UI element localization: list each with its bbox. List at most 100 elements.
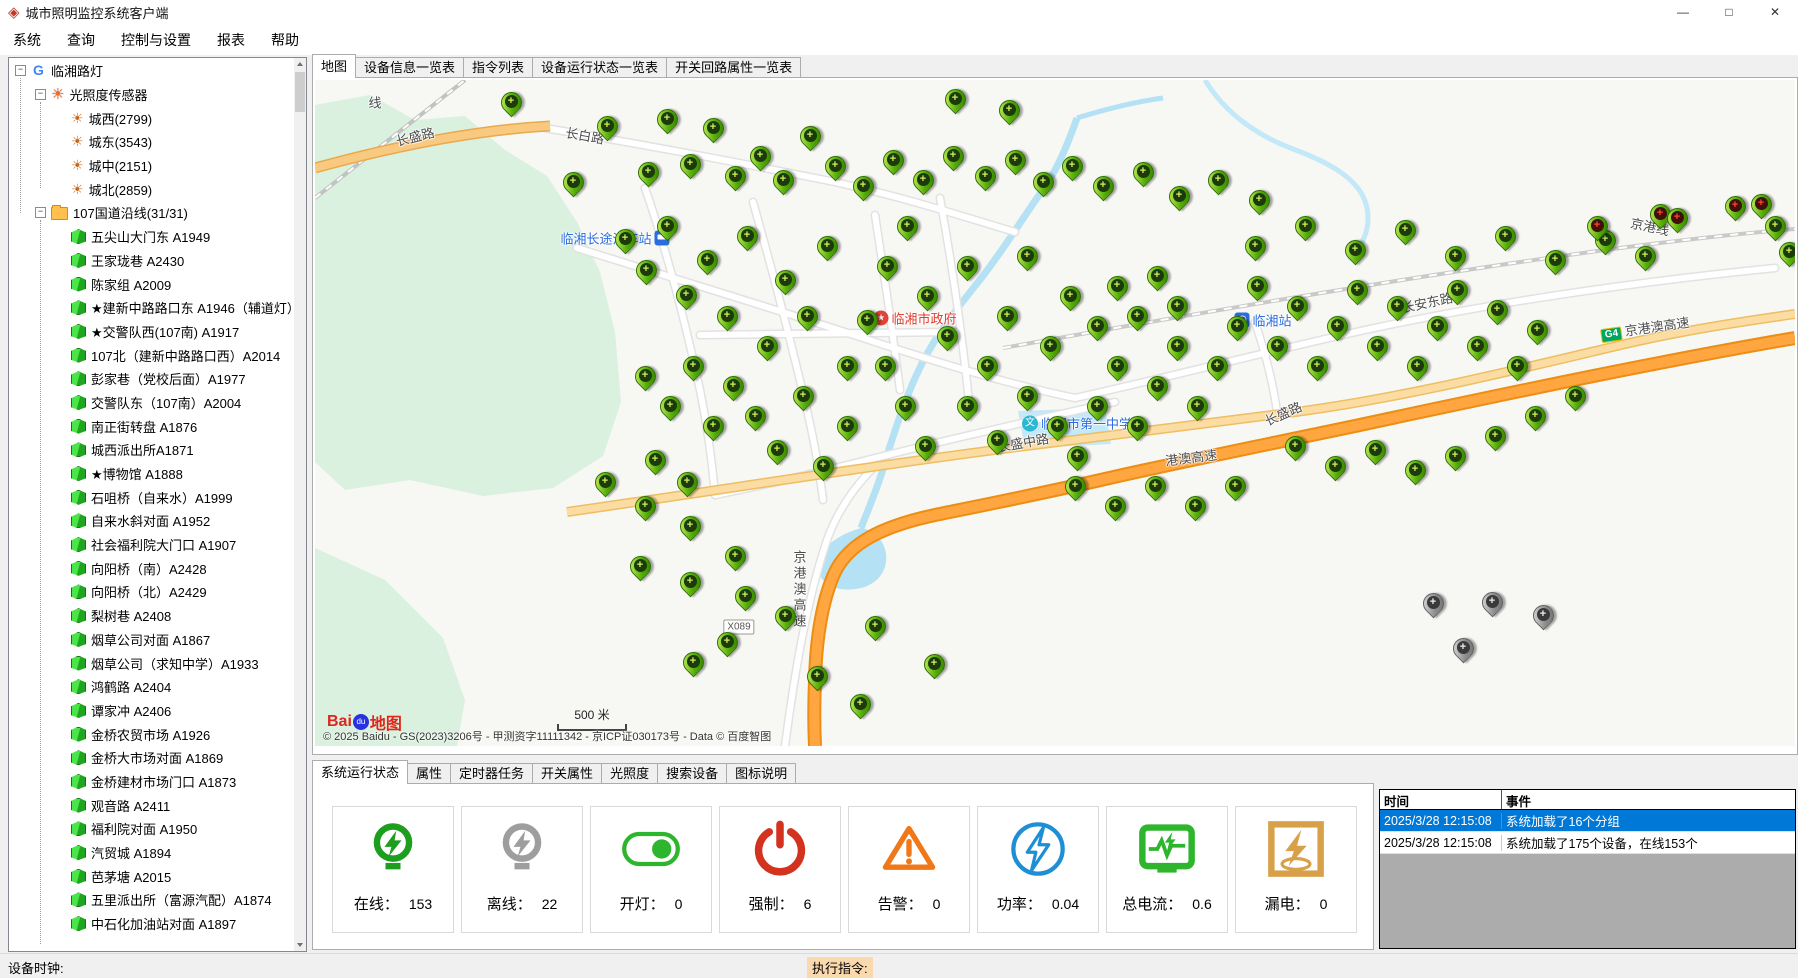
menu-item-0[interactable]: 系统 bbox=[0, 28, 54, 52]
flag-icon bbox=[71, 561, 86, 576]
pin-plus-icon: + bbox=[1369, 443, 1382, 456]
menu-item-2[interactable]: 控制与设置 bbox=[108, 28, 204, 52]
tree-row[interactable]: ★博物馆 A1888 bbox=[9, 462, 294, 486]
event-row[interactable]: 2025/3/28 12:15:08系统加载了175个设备，在线153个 bbox=[1380, 832, 1795, 854]
tree-row[interactable]: 彭家巷（党校后面）A1977 bbox=[9, 367, 294, 391]
pin-plus-icon: + bbox=[804, 129, 817, 142]
tree-row[interactable]: ★建新中路路口东 A1946（辅道灯） bbox=[9, 296, 294, 320]
map-tab-2[interactable]: 指令列表 bbox=[463, 57, 533, 78]
tree-row[interactable]: 向阳桥（南）A2428 bbox=[9, 556, 294, 580]
tree-row[interactable]: 王家珑巷 A2430 bbox=[9, 249, 294, 273]
pin-plus-icon: + bbox=[981, 359, 994, 372]
tree-row[interactable]: 107北（建新中路路口西）A2014 bbox=[9, 343, 294, 367]
pin-plus-icon: + bbox=[1289, 439, 1302, 452]
pin-plus-icon: + bbox=[1066, 159, 1079, 172]
tree-row[interactable]: 烟草公司对面 A1867 bbox=[9, 628, 294, 652]
tree-row[interactable]: 金桥大市场对面 A1869 bbox=[9, 746, 294, 770]
tree-row[interactable]: 中石化加油站对面 A1897 bbox=[9, 912, 294, 936]
bottom-tab-3[interactable]: 开关属性 bbox=[532, 763, 602, 784]
tree-label: 烟草公司对面 A1867 bbox=[91, 630, 210, 649]
pin-plus-icon: + bbox=[1529, 409, 1542, 422]
tree-row[interactable]: ☀城北(2859) bbox=[9, 177, 294, 201]
tree-row[interactable]: 烟草公司（求知中学）A1933 bbox=[9, 651, 294, 675]
tree-row[interactable]: 芭茅塘 A2015 bbox=[9, 864, 294, 888]
tree-row[interactable]: 谭家冲 A2406 bbox=[9, 699, 294, 723]
tree-expander[interactable]: − bbox=[35, 207, 46, 218]
tree-row[interactable]: 五里派出所（富源汽配）A1874 bbox=[9, 888, 294, 912]
tree-row[interactable]: −107国道沿线(31/31) bbox=[9, 201, 294, 225]
menu-item-3[interactable]: 报表 bbox=[204, 28, 258, 52]
status-card-online: 在线：153 bbox=[332, 806, 454, 933]
pin-plus-icon: + bbox=[1249, 239, 1262, 252]
tree-row[interactable]: 社会福利院大门口 A1907 bbox=[9, 533, 294, 557]
map-tab-3[interactable]: 设备运行状态一览表 bbox=[532, 57, 667, 78]
pin-plus-icon: + bbox=[899, 399, 912, 412]
tree-row[interactable]: ☀城中(2151) bbox=[9, 154, 294, 178]
tree-label: 金桥建材市场门口 A1873 bbox=[91, 772, 236, 791]
tree-row[interactable]: 陈家组 A2009 bbox=[9, 272, 294, 296]
menu-item-4[interactable]: 帮助 bbox=[258, 28, 312, 52]
pin-plus-icon: + bbox=[727, 379, 740, 392]
minimize-button[interactable]: — bbox=[1660, 0, 1706, 25]
bottom-tab-bar: 系统运行状态属性定时器任务开关属性光照度搜索设备图标说明 bbox=[312, 762, 1374, 784]
pin-plus-icon: + bbox=[1486, 595, 1499, 608]
pin-plus-icon: + bbox=[1131, 309, 1144, 322]
tree-row[interactable]: 汽贸城 A1894 bbox=[9, 841, 294, 865]
tree-row[interactable]: 向阳桥（北）A2429 bbox=[9, 580, 294, 604]
tree-row[interactable]: 金桥农贸市场 A1926 bbox=[9, 722, 294, 746]
maximize-button[interactable]: □ bbox=[1706, 0, 1752, 25]
map-tab-0[interactable]: 地图 bbox=[312, 54, 356, 78]
map-tab-bar: 地图设备信息一览表指令列表设备运行状态一览表开关回路属性一览表 bbox=[312, 56, 1798, 78]
pin-plus-icon: + bbox=[771, 443, 784, 456]
column-time: 时间 bbox=[1380, 790, 1502, 809]
event-row[interactable]: 2025/3/28 12:15:08系统加载了16个分组 bbox=[1380, 810, 1795, 832]
pin-layer: ++++++++++++++++++++++++++++++++++++++++… bbox=[315, 80, 1795, 746]
bottom-tab-0[interactable]: 系统运行状态 bbox=[312, 760, 408, 784]
tree-row[interactable]: 石咀桥（自来水）A1999 bbox=[9, 485, 294, 509]
pin-plus-icon: + bbox=[1769, 219, 1782, 232]
tree-row[interactable]: 自来水斜对面 A1952 bbox=[9, 509, 294, 533]
pin-plus-icon: + bbox=[1151, 269, 1164, 282]
tree-row[interactable]: ☀城西(2799) bbox=[9, 106, 294, 130]
tree-row[interactable]: 金桥建材市场门口 A1873 bbox=[9, 770, 294, 794]
menu-item-1[interactable]: 查询 bbox=[54, 28, 108, 52]
bottom-tab-1[interactable]: 属性 bbox=[407, 763, 451, 784]
tree-expander[interactable]: − bbox=[35, 89, 46, 100]
scroll-up-icon[interactable] bbox=[294, 58, 306, 71]
tree-row[interactable]: 交警队东（107南）A2004 bbox=[9, 391, 294, 415]
bottom-tab-5[interactable]: 搜索设备 bbox=[657, 763, 727, 784]
tree-label: 自来水斜对面 A1952 bbox=[91, 511, 210, 530]
pin-plus-icon: + bbox=[680, 288, 693, 301]
pin-plus-icon: + bbox=[739, 589, 752, 602]
tree-scrollbar[interactable] bbox=[294, 58, 306, 951]
close-button[interactable]: ✕ bbox=[1752, 0, 1798, 25]
map-canvas[interactable]: 线长盛路长白路临湘长途汽车站★临湘市政府临湘站长安东路京港线G4京港澳高速长盛路… bbox=[315, 80, 1795, 746]
status-page: 在线：153离线：22开灯：0强制：6告警：0功率：0.04总电流：0.6漏电：… bbox=[312, 783, 1374, 950]
tree-row[interactable]: 南正街转盘 A1876 bbox=[9, 414, 294, 438]
pin-plus-icon: + bbox=[1511, 359, 1524, 372]
scroll-down-icon[interactable] bbox=[294, 938, 306, 951]
tree-row[interactable]: 鸿鹤路 A2404 bbox=[9, 675, 294, 699]
pin-plus-icon: + bbox=[1191, 399, 1204, 412]
tree-row[interactable]: 梨树巷 A2408 bbox=[9, 604, 294, 628]
bottom-tab-4[interactable]: 光照度 bbox=[601, 763, 658, 784]
tree-row[interactable]: 五尖山大门东 A1949 bbox=[9, 225, 294, 249]
pin-plus-icon: + bbox=[639, 499, 652, 512]
tree-row[interactable]: ★交警队西(107南) A1917 bbox=[9, 320, 294, 344]
tree-row[interactable]: 观音路 A2411 bbox=[9, 793, 294, 817]
pin-plus-icon: + bbox=[1329, 459, 1342, 472]
tree-row[interactable]: 城西派出所A1871 bbox=[9, 438, 294, 462]
tree-row[interactable]: −☀光照度传感器 bbox=[9, 83, 294, 107]
tree-label: 城东(3543) bbox=[89, 132, 153, 151]
bottom-tab-6[interactable]: 图标说明 bbox=[726, 763, 796, 784]
bottom-tab-2[interactable]: 定时器任务 bbox=[450, 763, 533, 784]
map-tab-1[interactable]: 设备信息一览表 bbox=[355, 57, 464, 78]
tree-expander[interactable]: − bbox=[15, 65, 26, 76]
scroll-thumb[interactable] bbox=[295, 72, 305, 112]
tree-row[interactable]: ☀城东(3543) bbox=[9, 130, 294, 154]
tree-label: 陈家组 A2009 bbox=[91, 275, 171, 294]
tree-row[interactable]: −G临湘路灯 bbox=[9, 59, 294, 83]
map-tab-4[interactable]: 开关回路属性一览表 bbox=[666, 57, 801, 78]
tree-row[interactable]: 福利院对面 A1950 bbox=[9, 817, 294, 841]
pin-plus-icon: + bbox=[817, 459, 830, 472]
